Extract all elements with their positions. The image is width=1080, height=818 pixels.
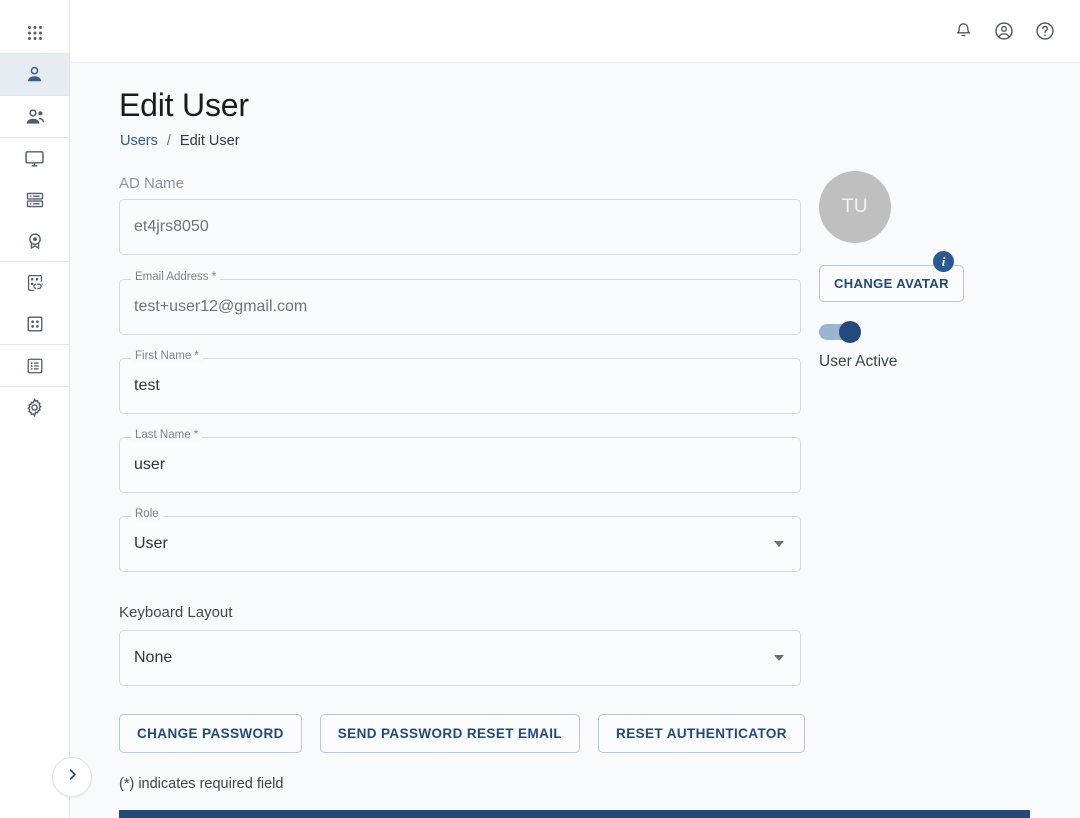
avatar: TU (819, 171, 891, 243)
help-circle-icon[interactable] (1030, 16, 1060, 46)
ad-name-field[interactable]: et4jrs8050 (119, 199, 801, 255)
sidebar-item-monitors[interactable] (0, 138, 69, 179)
people-icon (23, 105, 47, 129)
avatar-initials: TU (842, 196, 868, 218)
sidebar-item-licenses[interactable] (0, 220, 69, 261)
last-name-label: Last Name * (131, 430, 202, 442)
chevron-down-icon[interactable] (774, 541, 784, 547)
role-value: User (134, 536, 168, 552)
user-active-toggle[interactable] (819, 324, 859, 340)
sidebar-item-dashboards[interactable] (0, 303, 69, 344)
last-name-value: user (134, 457, 165, 473)
app-window: Edit User Users / Edit User AD Name et4j… (0, 0, 1080, 818)
form-action-bar[interactable] (119, 810, 1030, 818)
first-name-label: First Name * (131, 351, 203, 363)
avatar-panel: TU CHANGE AVATAR i User Active (819, 171, 1039, 371)
required-field-note: (*) indicates required field (119, 776, 801, 792)
user-active-control: User Active (819, 324, 1039, 371)
top-bar (70, 0, 1080, 63)
sidebar-rail (0, 0, 70, 818)
sidebar-item-connections[interactable] (0, 262, 69, 303)
avatar-actions: CHANGE AVATAR i (819, 265, 1039, 302)
role-select[interactable]: Role User (119, 516, 801, 572)
link-grid-icon (24, 272, 46, 294)
reset-authenticator-button[interactable]: RESET AUTHENTICATOR (598, 714, 805, 753)
email-label: Email Address * (131, 272, 220, 284)
sidebar-item-logs[interactable] (0, 345, 69, 386)
rail-top-spacer (0, 0, 69, 13)
breadcrumb-link-users[interactable]: Users (120, 133, 158, 149)
sidebar-item-settings[interactable] (0, 387, 69, 428)
sidebar-item-user[interactable] (0, 54, 69, 95)
notifications-icon[interactable] (948, 16, 978, 46)
breadcrumb: Users / Edit User (120, 133, 240, 149)
password-actions-row: CHANGE PASSWORD SEND PASSWORD RESET EMAI… (119, 714, 801, 753)
edit-user-form: AD Name et4jrs8050 Email Address * test+… (119, 175, 801, 792)
breadcrumb-current: Edit User (180, 133, 240, 149)
first-name-field[interactable]: First Name * test (119, 358, 801, 414)
sidebar-expand-button[interactable] (52, 757, 92, 797)
first-name-value: test (134, 378, 160, 394)
person-icon (23, 63, 46, 86)
sidebar-item-apps-grid[interactable] (0, 13, 69, 53)
keyboard-layout-select[interactable]: None (119, 630, 801, 686)
user-active-label: User Active (819, 353, 1039, 371)
chevron-down-icon[interactable] (774, 655, 784, 661)
toggle-knob (839, 321, 861, 343)
grid-icon (24, 313, 46, 335)
ad-name-label: AD Name (119, 175, 801, 193)
badge-icon (24, 230, 46, 252)
gear-icon (23, 396, 46, 419)
account-circle-icon[interactable] (989, 16, 1019, 46)
page-content: Edit User Users / Edit User AD Name et4j… (70, 63, 1080, 818)
change-password-button[interactable]: CHANGE PASSWORD (119, 714, 302, 753)
chevron-right-icon (65, 767, 80, 787)
keyboard-layout-label: Keyboard Layout (119, 604, 801, 622)
ad-name-value: et4jrs8050 (134, 219, 209, 235)
page-title: Edit User (119, 87, 249, 124)
sidebar-item-user-groups[interactable] (0, 96, 69, 137)
list-icon (24, 355, 46, 377)
send-password-reset-email-button[interactable]: SEND PASSWORD RESET EMAIL (320, 714, 580, 753)
sidebar-item-servers[interactable] (0, 179, 69, 220)
role-label: Role (131, 509, 163, 521)
email-value: test+user12@gmail.com (134, 299, 307, 315)
keyboard-layout-value: None (134, 650, 172, 666)
email-field[interactable]: Email Address * test+user12@gmail.com (119, 279, 801, 335)
info-icon[interactable]: i (933, 251, 954, 272)
top-bar-actions (948, 16, 1060, 46)
server-icon (24, 189, 46, 211)
apps-grid-icon (24, 22, 46, 44)
last-name-field[interactable]: Last Name * user (119, 437, 801, 493)
breadcrumb-separator: / (167, 133, 171, 149)
monitor-icon (23, 147, 46, 170)
